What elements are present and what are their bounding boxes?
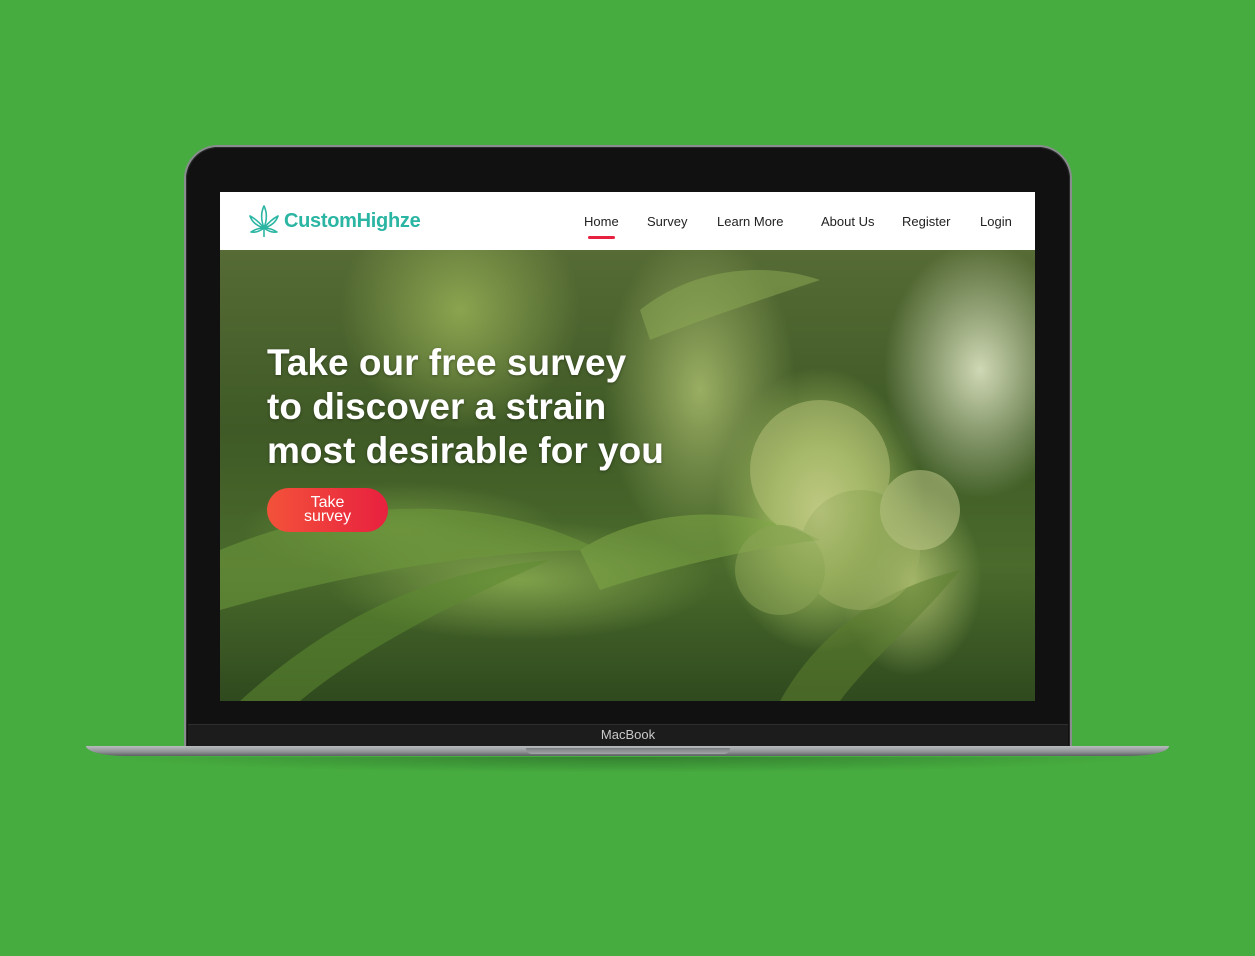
hero-headline-line-3: most desirable for you bbox=[267, 430, 664, 471]
take-survey-button[interactable]: Take survey bbox=[267, 488, 388, 532]
hero-headline-line-2: to discover a strain bbox=[267, 386, 607, 427]
hero-background-image bbox=[220, 270, 960, 701]
site-logo[interactable]: CustomHighze bbox=[248, 201, 421, 241]
hero-headline: Take our free survey to discover a strai… bbox=[267, 341, 707, 473]
laptop-lid: CustomHighze Home Survey Learn More Abou… bbox=[186, 147, 1070, 751]
nav-learn-more[interactable]: Learn More bbox=[717, 214, 783, 229]
brand-name: CustomHighze bbox=[284, 209, 421, 232]
site-header: CustomHighze Home Survey Learn More Abou… bbox=[220, 192, 1035, 250]
hero-headline-line-1: Take our free survey bbox=[267, 342, 627, 383]
nav-about-us[interactable]: About Us bbox=[821, 214, 874, 229]
laptop-shadow bbox=[110, 757, 1145, 773]
laptop-base-notch bbox=[526, 748, 730, 754]
device-label: MacBook bbox=[600, 727, 656, 742]
hero-section: Take our free survey to discover a strai… bbox=[220, 250, 1035, 701]
nav-login[interactable]: Login bbox=[980, 214, 1012, 229]
take-survey-label: Take survey bbox=[293, 495, 363, 525]
nav-survey[interactable]: Survey bbox=[647, 214, 687, 229]
nav-register[interactable]: Register bbox=[902, 214, 950, 229]
take-survey-label-line-2: survey bbox=[303, 508, 352, 525]
laptop-screen: CustomHighze Home Survey Learn More Abou… bbox=[220, 192, 1035, 701]
cannabis-leaf-icon bbox=[249, 205, 279, 237]
nav-home[interactable]: Home bbox=[584, 214, 619, 239]
